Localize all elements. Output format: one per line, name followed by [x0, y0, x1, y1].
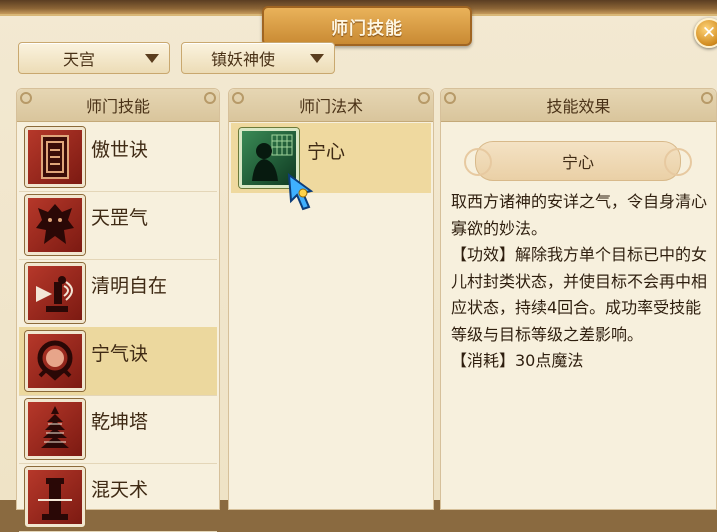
spells-panel: 师门法术 宁心: [228, 88, 434, 510]
corner-ornament-icon: [204, 92, 216, 104]
corner-ornament-icon: [418, 92, 430, 104]
demon-statue-icon: [25, 195, 85, 255]
skill-item-huntianshu[interactable]: 混天术: [19, 463, 217, 532]
skill-item-ningqijue[interactable]: 宁气诀: [19, 327, 217, 396]
window-title: 师门技能: [262, 6, 472, 46]
skill-item-label: 天罡气: [91, 207, 149, 229]
role-select[interactable]: 镇妖神使: [181, 42, 335, 74]
cursor-icon: [287, 172, 314, 211]
effect-description: 取西方诸神的安详之气，令自身清心寡欲的妙法。 【功效】解除我方单个目标已中的女儿…: [451, 189, 710, 375]
skills-panel-title: 师门技能: [85, 97, 150, 116]
skills-window: 师门技能 ✕ 天宫 镇妖神使 师门技能 傲世诀 天罡气 清明自在 宁气诀 乾坤塔…: [0, 0, 717, 532]
close-icon: ✕: [701, 22, 717, 43]
skill-item-label: 傲世诀: [91, 139, 149, 161]
skill-item-label: 混天术: [91, 479, 149, 501]
effect-description-line: 取西方诸神的安详之气，令自身清心寡欲的妙法。: [451, 192, 708, 238]
effect-spell-name-plaque: 宁心: [464, 141, 692, 181]
spells-panel-header: 师门法术: [229, 89, 433, 122]
role-select-value: 镇妖神使: [210, 50, 275, 69]
chevron-down-icon: [310, 54, 324, 63]
effect-panel-header: 技能效果: [441, 89, 716, 122]
skills-panel: 师门技能 傲世诀 天罡气 清明自在 宁气诀 乾坤塔 混天术: [16, 88, 220, 532]
effect-spell-name: 宁心: [561, 153, 594, 172]
skill-item-tiangangqi[interactable]: 天罡气: [19, 191, 217, 260]
skills-panel-header: 师门技能: [17, 89, 219, 122]
skill-item-qingmingzizai[interactable]: 清明自在: [19, 259, 217, 328]
effect-description-line: 【功效】解除我方单个目标已中的女儿村封类状态，并使目标不会再中相应状态，持续4回…: [451, 245, 708, 344]
skill-item-label: 宁气诀: [91, 343, 149, 365]
corner-ornament-icon: [20, 92, 32, 104]
effect-panel: 技能效果 宁心 取西方诸神的安详之气，令自身清心寡欲的妙法。 【功效】解除我方单…: [440, 88, 717, 510]
ring-icon: [25, 331, 85, 391]
skill-item-label: 乾坤塔: [91, 411, 149, 433]
effect-description-line: 【消耗】30点魔法: [451, 351, 584, 370]
school-select[interactable]: 天宫: [18, 42, 170, 74]
skill-item-qiankunta[interactable]: 乾坤塔: [19, 395, 217, 464]
spell-item-label: 宁心: [307, 141, 346, 163]
effect-panel-title: 技能效果: [546, 97, 611, 116]
chevron-down-icon: [145, 54, 159, 63]
scroll-icon: [25, 127, 85, 187]
tower-icon: [25, 467, 85, 527]
lightning-figure-icon: [25, 263, 85, 323]
skill-item-aoshijue[interactable]: 傲世诀: [19, 123, 217, 192]
spells-panel-title: 师门法术: [298, 97, 363, 116]
spell-item-ningxin[interactable]: 宁心: [231, 123, 431, 193]
skill-item-label: 清明自在: [91, 275, 168, 297]
corner-ornament-icon: [232, 92, 244, 104]
school-select-value: 天宫: [62, 50, 95, 69]
corner-ornament-icon: [701, 92, 713, 104]
close-button[interactable]: ✕: [694, 18, 717, 48]
corner-ornament-icon: [444, 92, 456, 104]
pagoda-icon: [25, 399, 85, 459]
